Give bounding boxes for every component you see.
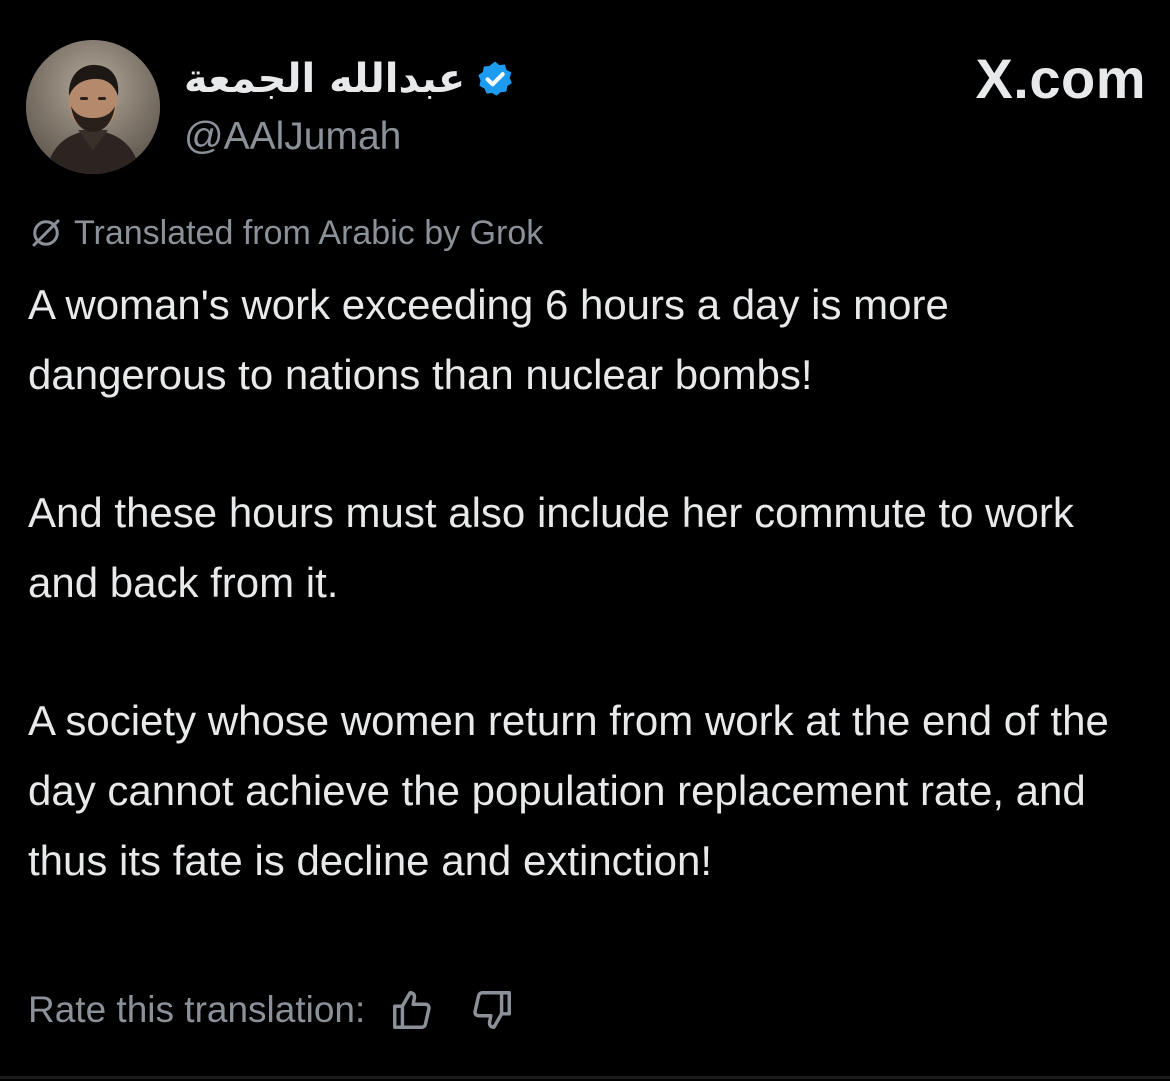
divider bbox=[0, 1076, 1170, 1079]
brand-watermark: X.com bbox=[975, 47, 1146, 110]
display-name-row: عبدالله الجمعة bbox=[184, 50, 515, 108]
avatar-photo-icon bbox=[26, 40, 160, 174]
tweet-header: عبدالله الجمعة @AAlJumah X.com bbox=[26, 40, 1146, 176]
author-info: عبدالله الجمعة @AAlJumah bbox=[184, 50, 515, 162]
avatar[interactable] bbox=[26, 40, 160, 174]
tweet-paragraph: A society whose women return from work a… bbox=[28, 697, 1109, 884]
user-handle[interactable]: @AAlJumah bbox=[184, 112, 515, 162]
translation-notice: Translated from Arabic by Grok bbox=[28, 208, 543, 258]
verified-badge-icon bbox=[478, 61, 513, 96]
thumbs-up-icon[interactable] bbox=[389, 987, 435, 1033]
tweet-text: A woman's work exceeding 6 hours a day i… bbox=[28, 270, 1153, 896]
rate-translation-row: Rate this translation: bbox=[28, 982, 549, 1038]
thumbs-down-icon[interactable] bbox=[469, 987, 515, 1033]
tweet-paragraph: A woman's work exceeding 6 hours a day i… bbox=[28, 281, 949, 398]
tweet-paragraph: And these hours must also include her co… bbox=[28, 489, 1074, 606]
display-name[interactable]: عبدالله الجمعة bbox=[184, 50, 465, 108]
rate-translation-label: Rate this translation: bbox=[28, 989, 366, 1030]
translation-label: Translated from Arabic by Grok bbox=[74, 213, 544, 252]
grok-slash-icon bbox=[32, 219, 60, 247]
